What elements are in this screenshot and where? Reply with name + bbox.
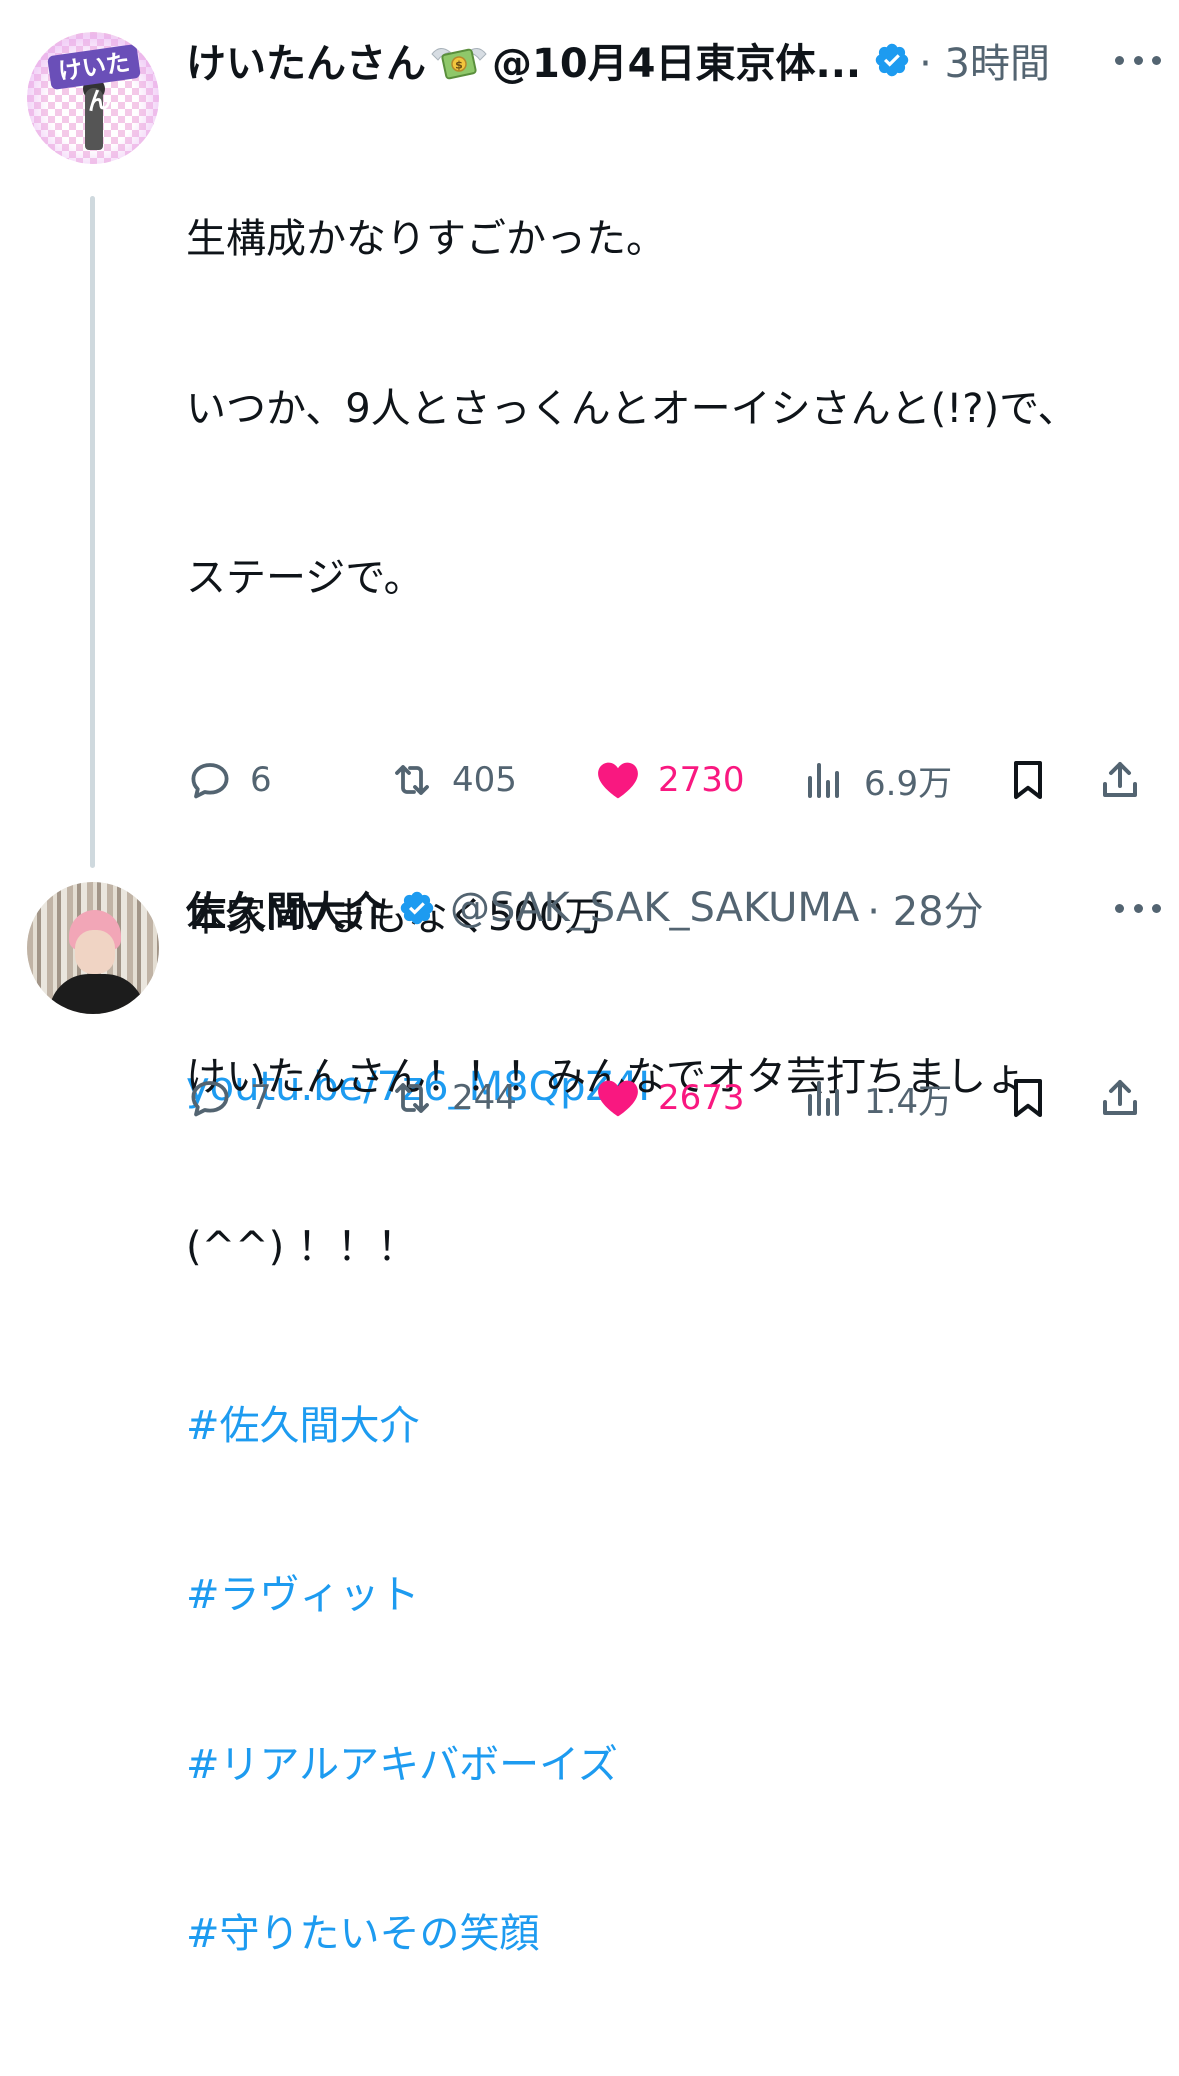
views-button[interactable]: 6.9万 xyxy=(800,750,952,810)
timestamp[interactable]: · 28分 xyxy=(867,879,983,937)
reply-icon xyxy=(191,763,229,799)
avatar[interactable] xyxy=(27,882,159,1014)
like-button[interactable]: 2730 xyxy=(594,750,745,810)
views-icon xyxy=(808,1081,839,1116)
bookmark-button[interactable] xyxy=(1004,750,1052,810)
action-bar: 7 244 2673 1.4万 xyxy=(186,1068,1149,1128)
views-count: 1.4万 xyxy=(864,1081,953,1122)
retweet-count: 405 xyxy=(452,760,517,800)
like-count: 2730 xyxy=(658,760,745,800)
more-icon[interactable] xyxy=(1115,50,1161,70)
svg-text:$: $ xyxy=(455,59,463,72)
tweet-text-line: 生構成かなりすごかった。 xyxy=(186,216,666,262)
bookmark-icon xyxy=(1014,1079,1042,1117)
retweet-icon xyxy=(395,1083,429,1113)
reply-icon xyxy=(191,1081,229,1117)
heart-icon xyxy=(598,762,638,799)
tweet-text-line: (^^) ！！！ xyxy=(186,1223,417,1270)
tweet-keitan[interactable]: けいたん けいたんさん $ @10月4日東京体... · 3時間 生構成かなりす… xyxy=(0,0,1179,1957)
verified-badge-icon xyxy=(873,41,911,79)
share-button[interactable] xyxy=(1096,750,1144,810)
share-icon xyxy=(1103,762,1137,797)
hashtag-link[interactable]: #佐久間大介 xyxy=(186,1398,1149,1455)
tweet-text-line: いつか、9人とさっくんとオーイシさんと(!?)で、 xyxy=(186,385,1078,432)
like-count: 2673 xyxy=(658,1078,745,1118)
bookmark-icon xyxy=(1014,761,1042,799)
action-bar: 6 405 2730 6.9万 xyxy=(186,750,1149,810)
thread-line xyxy=(90,196,95,868)
heart-icon xyxy=(598,1080,638,1117)
bookmark-button[interactable] xyxy=(1004,1068,1052,1128)
reply-button[interactable]: 7 xyxy=(186,1068,272,1128)
views-button[interactable]: 1.4万 xyxy=(800,1068,952,1128)
avatar-face xyxy=(75,930,115,974)
money-with-wings-icon: $ xyxy=(428,40,490,84)
hashtag-link[interactable]: #守りたいその笑顔 xyxy=(186,1906,1149,1963)
reply-count: 6 xyxy=(250,760,272,800)
timestamp[interactable]: · 3時間 xyxy=(919,31,1050,89)
reply-button[interactable]: 6 xyxy=(186,750,272,810)
more-icon[interactable] xyxy=(1115,898,1161,918)
hashtag-link[interactable]: #リアルアキバボーイズ xyxy=(186,1737,1149,1794)
avatar[interactable]: けいたん xyxy=(27,32,159,164)
tweet-text-line: ステージで。 xyxy=(186,555,424,601)
author-name-suffix[interactable]: @10月4日東京体... xyxy=(492,31,861,89)
retweet-button[interactable]: 405 xyxy=(388,750,517,810)
share-button[interactable] xyxy=(1096,1068,1144,1128)
author-name[interactable]: 佐久間大介 xyxy=(186,879,386,937)
author-handle[interactable]: @SAK_SAK_SAKUMA xyxy=(450,885,859,931)
tweet-body: けいたんさん！！！みんなでオタ芸打ちましょ (^^) ！！！ xyxy=(186,936,1149,1388)
verified-badge-icon xyxy=(398,889,436,927)
views-count: 6.9万 xyxy=(864,763,953,804)
tweet-sakuma[interactable]: 佐久間大介 @SAK_SAK_SAKUMA · 28分 けいたんさん！！！みんな… xyxy=(0,860,1179,1270)
views-icon xyxy=(808,763,839,798)
hashtag-link[interactable]: #ラヴィット xyxy=(186,1567,1149,1624)
reply-count: 7 xyxy=(250,1078,272,1118)
share-icon xyxy=(1103,1080,1137,1115)
retweet-icon xyxy=(395,765,429,795)
retweet-count: 244 xyxy=(452,1078,517,1118)
author-name[interactable]: けいたんさん xyxy=(186,31,426,89)
retweet-button[interactable]: 244 xyxy=(388,1068,517,1128)
like-button[interactable]: 2673 xyxy=(594,1068,745,1128)
tweet-header: 佐久間大介 @SAK_SAK_SAKUMA · 28分 xyxy=(186,878,1159,938)
tweet-header: けいたんさん $ @10月4日東京体... · 3時間 xyxy=(186,30,1159,90)
